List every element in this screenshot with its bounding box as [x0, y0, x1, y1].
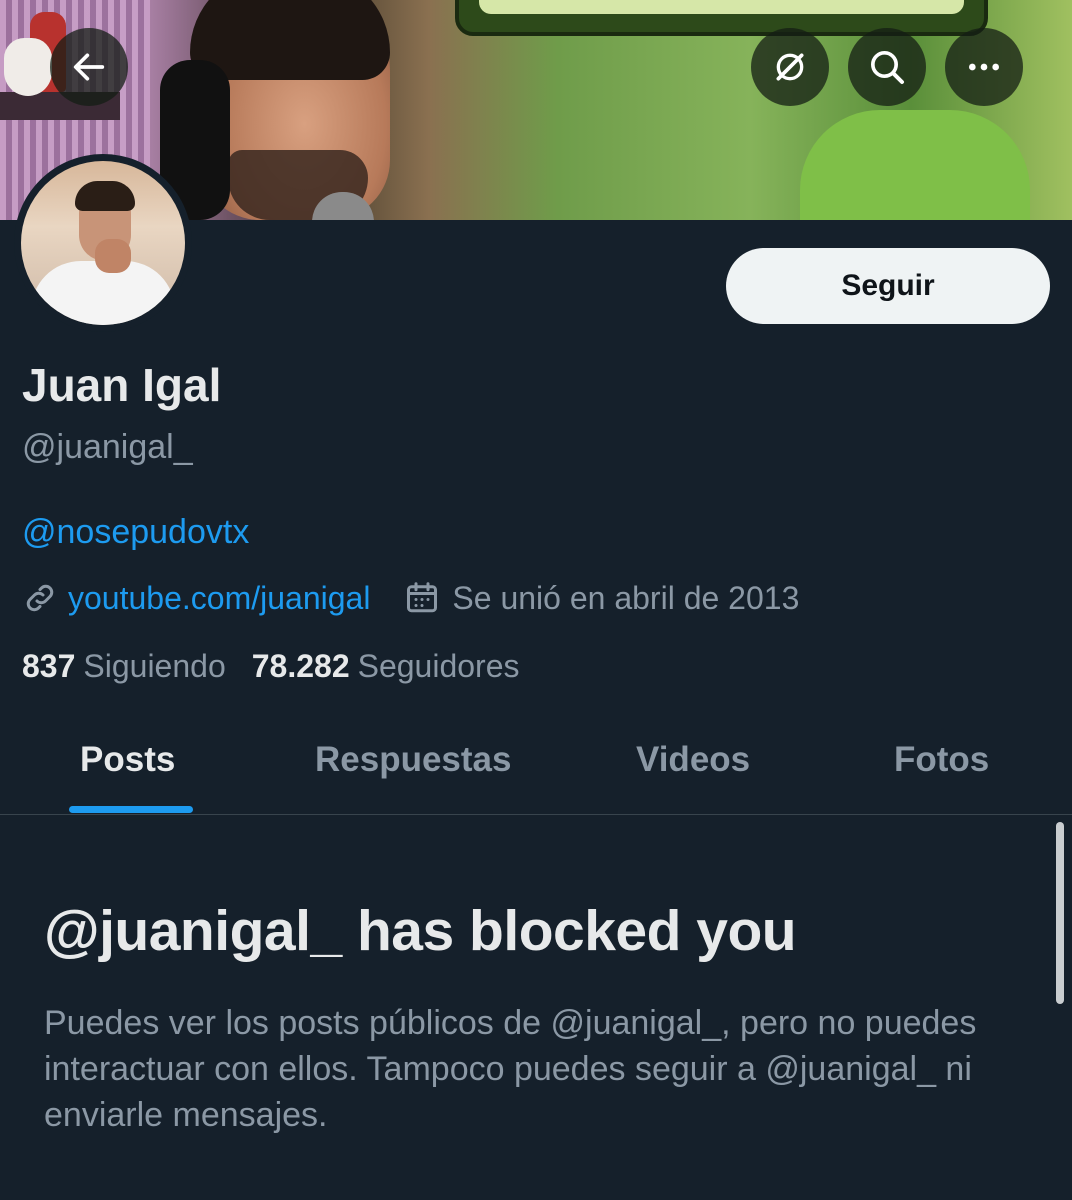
followers-count[interactable]: 78.282 [252, 648, 350, 685]
follow-button[interactable]: Seguir [726, 248, 1050, 324]
following-label[interactable]: Siguiendo [83, 648, 225, 685]
arrow-left-icon [73, 53, 105, 81]
back-button[interactable] [50, 28, 128, 106]
more-button[interactable] [945, 28, 1023, 106]
followers-label[interactable]: Seguidores [358, 648, 520, 685]
joined-date: Se unió en abril de 2013 [452, 579, 800, 616]
calendar-icon [407, 582, 438, 613]
banner-guest [800, 110, 1030, 220]
follow-stats: 837 Siguiendo 78.282 Seguidores [22, 648, 520, 685]
link-icon [26, 584, 54, 612]
blocked-description: Puedes ver los posts públicos de @juanig… [44, 1004, 977, 1134]
more-icon [969, 63, 999, 71]
banner-mask [4, 38, 52, 96]
tab-respuestas[interactable]: Respuestas [315, 740, 511, 780]
tab-fotos[interactable]: Fotos [894, 740, 989, 780]
search-icon [871, 51, 904, 84]
active-tab-indicator [69, 806, 193, 813]
profile-page: Seguir Juan Igal @juanigal_ @nosepudovtx… [0, 0, 1072, 1200]
profile-handle: @juanigal_ [22, 428, 193, 466]
grok-icon [776, 53, 804, 81]
tab-videos[interactable]: Videos [636, 740, 750, 780]
profile-meta: youtube.com/juanigal Se unió en abril de… [22, 576, 799, 620]
tab-posts[interactable]: Posts [80, 740, 175, 780]
profile-tabs: Posts Respuestas Videos Fotos [0, 722, 1072, 815]
following-count[interactable]: 837 [22, 648, 75, 685]
grok-button[interactable] [751, 28, 829, 106]
profile-name: Juan Igal [22, 359, 222, 411]
scrollbar[interactable] [1056, 822, 1064, 1004]
blocked-title: @juanigal_ has blocked you [44, 899, 797, 963]
website-link[interactable]: youtube.com/juanigal [68, 580, 370, 617]
search-button[interactable] [848, 28, 926, 106]
banner-sign [455, 0, 988, 36]
bio-mention-link[interactable]: @nosepudovtx [22, 513, 249, 552]
avatar-photo [21, 161, 185, 325]
avatar[interactable] [14, 154, 192, 332]
